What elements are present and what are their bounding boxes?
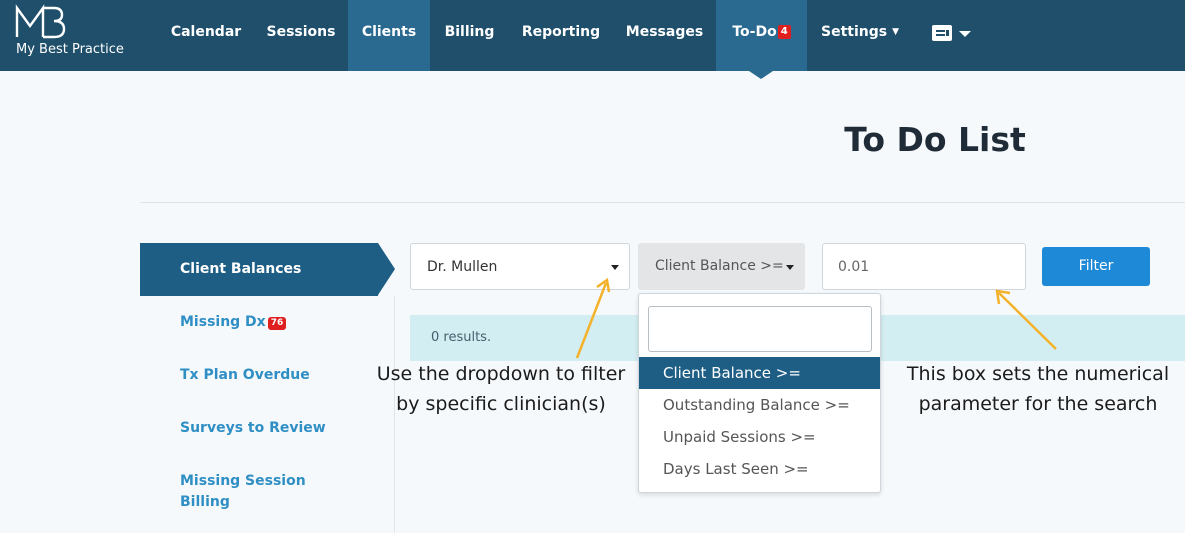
arrow-to-clinician bbox=[575, 277, 611, 359]
arrow-to-amount bbox=[995, 289, 1057, 350]
annotation-arrows bbox=[575, 277, 1057, 359]
